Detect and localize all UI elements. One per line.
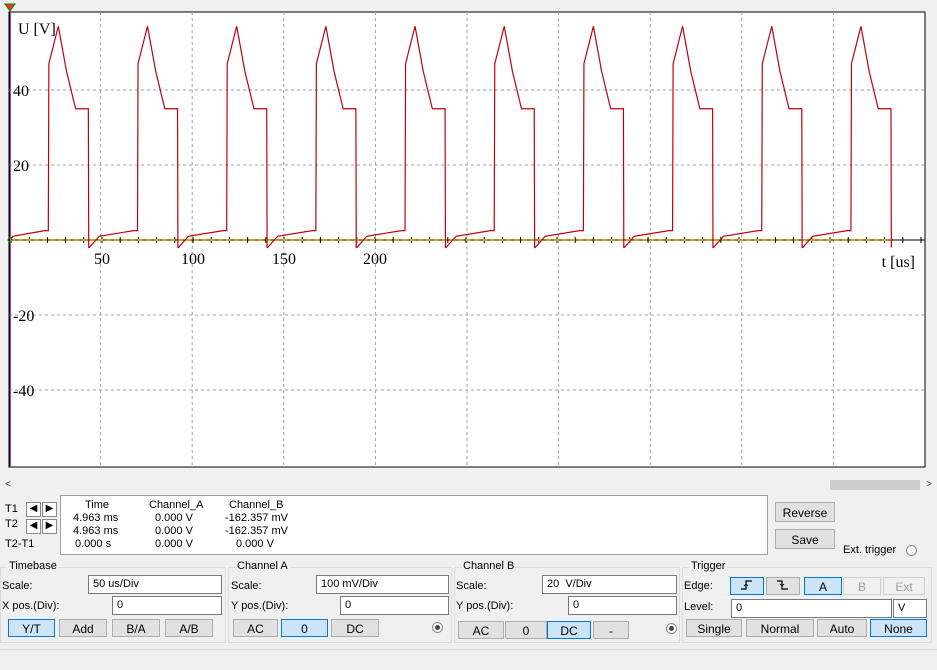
cursor-t2-label: T2 [5,518,18,530]
x-axis-label: t [us] [882,254,915,271]
header-channel-b: Channel_B [229,499,284,511]
cursor-delta-label: T2-T1 [5,538,35,550]
trigger-level-label: Level: [684,601,714,613]
channel-a-scale-label: Scale: [231,580,262,592]
channel-b-title: Channel B [461,560,517,572]
channel-b-ypos-label: Y pos.(Div): [456,600,514,612]
t2-left-arrow-icon[interactable]: ◀ [26,519,41,534]
channel-b-zero-button[interactable]: 0 [505,621,547,639]
scroll-right-arrow-icon[interactable]: > [921,477,937,493]
channel-b-scale-label: Scale: [456,580,487,592]
trigger-normal-button[interactable]: Normal [746,619,814,637]
channel-a-ypos-label: Y pos.(Div): [231,600,289,612]
delta-channel-a: 0.000 V [155,538,193,550]
delta-channel-b: 0.000 V [236,538,274,550]
cursor-t1-label: T1 [5,503,18,515]
trigger-auto-button[interactable]: Auto [817,619,867,637]
oscilloscope-plot[interactable]: 50 100 150 200 40 20 -20 -40 t [us] U [V] [0,0,937,476]
timebase-scale-field[interactable]: 50 us/Div [88,575,222,594]
channel-a-zero-button[interactable]: 0 [281,619,328,637]
trigger-single-button[interactable]: Single [686,619,742,637]
x-tick-label: 50 [94,251,110,268]
t2-channel-b: -162.357 mV [225,525,288,537]
y-tick-label: 40 [13,83,29,100]
trigger-group: Trigger Edge: A B Ext Level: 0 V Single … [682,560,932,643]
trigger-level-field[interactable]: 0 [731,599,892,618]
channel-b-dc-button[interactable]: DC [547,621,591,639]
timebase-scale-label: Scale: [2,580,33,592]
channel-a-ypos-field[interactable]: 0 [340,596,449,615]
channel-b-group: Channel B Scale: 20 V/Div Y pos.(Div): 0… [454,560,680,643]
channel-a-radio[interactable] [432,622,443,633]
reverse-button[interactable]: Reverse [775,502,835,522]
channel-a-scale-field[interactable]: 100 mV/Div [316,575,449,594]
t1-time: 4.963 ms [73,512,119,524]
channel-b-ac-button[interactable]: AC [458,621,504,639]
save-button[interactable]: Save [775,529,835,549]
channel-a-ac-button[interactable]: AC [233,619,278,637]
y-axis-label: U [V] [18,21,56,38]
t2-right-arrow-icon[interactable]: ▶ [42,519,57,534]
channel-a-dc-button[interactable]: DC [331,619,379,637]
trigger-level-unit: V [893,599,927,618]
yt-button[interactable]: Y/T [8,619,55,637]
add-button[interactable]: Add [59,619,107,637]
timebase-group: Timebase Scale: 50 us/Div X pos.(Div): 0… [0,560,226,643]
trigger-source-a-button[interactable]: A [804,577,842,595]
scroll-left-arrow-icon[interactable]: < [0,477,16,493]
ext-trigger-radio[interactable] [906,545,917,556]
channel-a-group: Channel A Scale: 100 mV/Div Y pos.(Div):… [228,560,452,643]
timebase-title: Timebase [7,560,59,572]
y-tick-label: -40 [13,383,34,400]
b-over-a-button[interactable]: B/A [112,619,160,637]
x-tick-label: 150 [272,251,296,268]
channel-b-minus-button[interactable]: - [593,621,629,639]
scope-display[interactable]: 50 100 150 200 40 20 -20 -40 t [us] U [V] [0,0,937,476]
t1-right-arrow-icon[interactable]: ▶ [42,502,57,517]
channel-b-ypos-field[interactable]: 0 [568,596,677,615]
cursor-marker-icon [4,3,16,12]
t1-channel-b: -162.357 mV [225,512,288,524]
channel-a-title: Channel A [235,560,290,572]
x-tick-label: 200 [363,251,387,268]
y-tick-label: -20 [13,308,34,325]
trigger-title: Trigger [689,560,728,572]
t1-channel-a: 0.000 V [155,512,193,524]
t1-left-arrow-icon[interactable]: ◀ [26,502,41,517]
trigger-edge-label: Edge: [684,580,713,592]
channel-b-radio[interactable] [666,623,677,634]
trigger-source-b-button[interactable]: B [843,577,881,595]
status-bar [0,649,937,670]
trigger-source-ext-button[interactable]: Ext [883,577,925,595]
horizontal-scrollbar[interactable]: < > [0,477,937,493]
cursor-readout-table: Time Channel_A Channel_B 4.963 ms 0.000 … [60,495,768,555]
a-over-b-button[interactable]: A/B [165,619,213,637]
y-tick-label: 20 [13,158,29,175]
scroll-thumb[interactable] [830,480,920,490]
ext-trigger-label: Ext. trigger [843,544,897,556]
falling-edge-icon[interactable] [766,577,800,595]
t2-channel-a: 0.000 V [155,525,193,537]
x-tick-label: 100 [181,251,205,268]
delta-time: 0.000 s [75,538,112,550]
trigger-none-button[interactable]: None [870,619,927,637]
timebase-xpos-field[interactable]: 0 [112,596,222,615]
header-channel-a: Channel_A [149,499,204,511]
timebase-xpos-label: X pos.(Div): [2,600,60,612]
channel-b-scale-field[interactable]: 20 V/Div [542,575,677,594]
header-time: Time [85,499,110,511]
rising-edge-icon[interactable] [730,577,764,595]
t2-time: 4.963 ms [73,525,119,537]
